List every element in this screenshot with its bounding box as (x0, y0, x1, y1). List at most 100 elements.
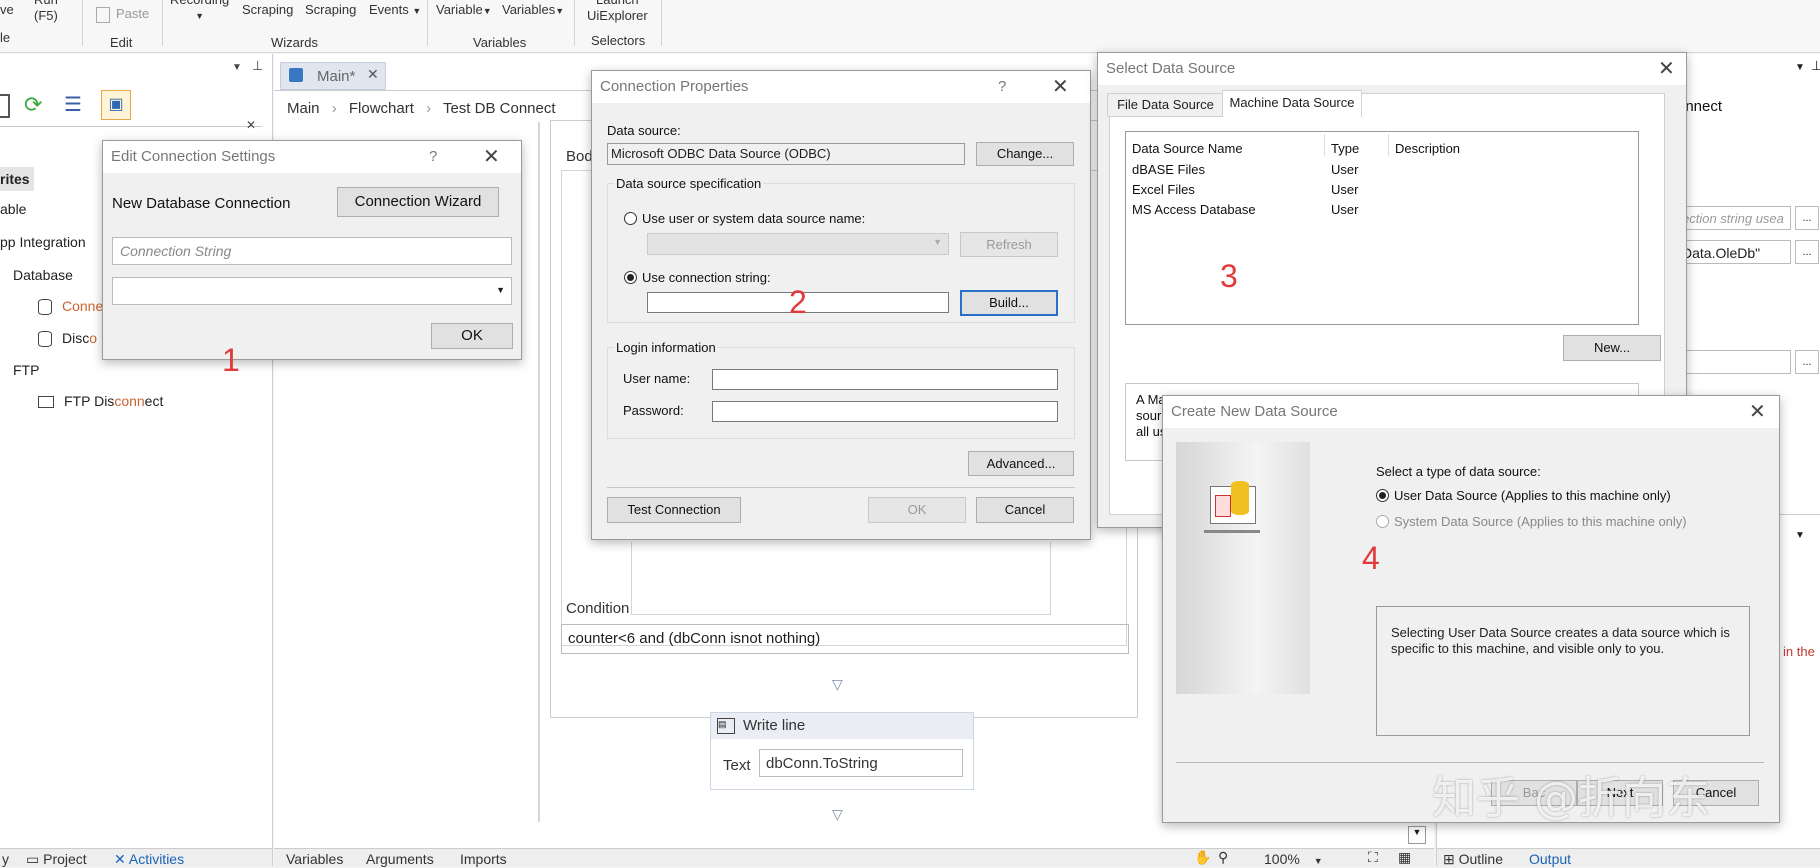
close-icon[interactable]: ✕ (1658, 53, 1675, 85)
tab-outline[interactable]: ⊞ Outline (1443, 851, 1503, 868)
col-type-header[interactable]: Type (1331, 141, 1359, 156)
close-icon[interactable]: ✕ (246, 118, 256, 132)
data-scraping-button[interactable]: Scraping (305, 2, 356, 18)
tab-imports[interactable]: Imports (460, 851, 507, 867)
breadcrumb-flowchart[interactable]: Flowchart (349, 100, 414, 117)
tab-fragment[interactable]: y (2, 851, 9, 867)
help-icon[interactable]: ? (429, 141, 437, 173)
chevron-down-icon[interactable]: ▼ (1795, 62, 1805, 73)
chevron-down-icon[interactable]: ▼ (1795, 530, 1805, 541)
property-input[interactable] (1677, 350, 1791, 374)
use-dsn-radio[interactable] (624, 212, 637, 225)
tree-ftp[interactable]: FTP (13, 362, 39, 378)
writeline-icon: ▤ (717, 718, 735, 734)
tab-activities[interactable]: ✕ Activities (114, 851, 184, 868)
tab-variables[interactable]: Variables (286, 851, 343, 867)
tree-available[interactable]: able (0, 201, 26, 217)
change-button[interactable]: Change... (976, 142, 1074, 166)
screen-scraping-label: Scraping (242, 2, 294, 17)
zoom-select[interactable]: 100% ▼ (1264, 851, 1323, 867)
cancel-button[interactable]: Cancel (976, 497, 1074, 523)
refresh-button: Refresh (960, 232, 1058, 257)
output-error-text: in the (1783, 644, 1815, 659)
tree-item-ftp-disconnect[interactable]: FTP Disconnect (38, 393, 163, 409)
tree-item-connect[interactable]: Conne (38, 298, 103, 316)
ftp-disconnect-label-b: conn (114, 393, 145, 409)
use-connstring-radio[interactable] (624, 271, 637, 284)
connection-wizard-button[interactable]: Connection Wizard (337, 187, 499, 217)
close-icon[interactable]: ✕ (367, 66, 379, 83)
test-connection-button[interactable]: Test Connection (607, 497, 741, 523)
provider-ellipsis[interactable]: ... (1795, 240, 1819, 264)
property-ellipsis[interactable]: ... (1795, 350, 1819, 374)
overview-icon[interactable]: ▦ (1398, 849, 1411, 866)
connection-string-input[interactable]: Connection String (112, 237, 512, 265)
run-button[interactable]: Run (F5) (34, 0, 58, 24)
chevron-down-icon[interactable]: ▼ (232, 62, 242, 73)
user-events-button[interactable]: Events ▼ (369, 2, 421, 19)
tab-file-data-source[interactable]: File Data Source (1107, 93, 1224, 117)
build-button[interactable]: Build... (960, 290, 1058, 316)
create-variable-button[interactable]: Variable▼ (436, 2, 492, 19)
list-icon[interactable]: ☰ (64, 92, 82, 117)
tab-arguments[interactable]: Arguments (366, 851, 434, 867)
help-icon[interactable]: ? (998, 71, 1006, 103)
advanced-button[interactable]: Advanced... (968, 451, 1074, 476)
connection-properties-dialog: Connection Properties ? ✕ Data source: M… (591, 70, 1091, 540)
col-desc-header[interactable]: Description (1395, 141, 1460, 156)
doc-tab-main[interactable]: Main* ✕ (280, 62, 386, 90)
user-data-source-radio[interactable] (1376, 489, 1389, 502)
col-name-header[interactable]: Data Source Name (1132, 141, 1243, 156)
writeline-activity[interactable]: ▤ Write line Text dbConn.ToString (710, 712, 974, 790)
table-row[interactable]: dBASE Files User (1126, 162, 1426, 182)
tab-project[interactable]: ▭ Project (26, 851, 87, 868)
dialog-divider (607, 487, 1075, 488)
scroll-down-icon[interactable]: ▼ (1408, 826, 1426, 844)
tree-item-disconnect[interactable]: Disco (38, 330, 97, 348)
manage-variables-button[interactable]: Variables▼ (502, 2, 564, 19)
recording-button[interactable]: Recording ▼ (170, 0, 229, 24)
pin-icon[interactable]: ⊥ (1811, 58, 1820, 74)
fit-screen-icon[interactable]: ⛶ (1368, 849, 1378, 866)
breadcrumb-current[interactable]: Test DB Connect (443, 100, 556, 117)
data-source-list[interactable]: Data Source Name Type Description dBASE … (1125, 131, 1639, 325)
password-input[interactable] (712, 401, 1058, 422)
breadcrumb-main[interactable]: Main (287, 100, 320, 117)
close-icon[interactable]: ✕ (1052, 71, 1069, 103)
tab-output[interactable]: Output (1529, 851, 1571, 867)
provider-input[interactable]: Data.OleDb" (1677, 240, 1791, 264)
data-source-field: Microsoft ODBC Data Source (ODBC) (607, 143, 965, 165)
row-type: User (1331, 162, 1359, 177)
new-button[interactable]: New... (1563, 335, 1661, 361)
provider-select[interactable]: ▼ (112, 277, 512, 305)
text-input[interactable]: dbConn.ToString (759, 749, 963, 777)
ok-button[interactable]: OK (431, 323, 513, 349)
inner-activity[interactable] (631, 542, 1051, 615)
tree-database[interactable]: Database (13, 267, 73, 283)
username-input[interactable] (712, 369, 1058, 390)
close-icon[interactable]: ✕ (483, 141, 500, 173)
tree-app-integration[interactable]: pp Integration (0, 234, 86, 250)
create-data-source-dialog: Create New Data Source ✕ Select a type o… (1162, 395, 1780, 823)
panel-tool-icon[interactable] (0, 94, 10, 118)
search-divider (0, 126, 262, 127)
launch-uiexplorer-button[interactable]: Launch UiExplorer (587, 0, 648, 24)
pin-icon[interactable]: ⊥ (252, 58, 263, 74)
hand-icon[interactable]: ✋ (1194, 849, 1211, 866)
zoom-icon[interactable]: ⚲ (1218, 849, 1228, 866)
variables-group-label: Variables (473, 35, 527, 50)
tree-favorites[interactable]: rites (0, 167, 34, 191)
close-icon[interactable]: ✕ (1749, 396, 1766, 428)
table-row[interactable]: MS Access Database User (1126, 202, 1426, 222)
paste-button[interactable]: Paste (96, 6, 149, 23)
connection-string-input[interactable]: ection string usea (1677, 206, 1791, 230)
screen-scraping-button[interactable]: Scraping (242, 2, 293, 18)
table-row[interactable]: Excel Files User (1126, 182, 1426, 202)
tab-machine-data-source[interactable]: Machine Data Source (1222, 90, 1362, 117)
connection-string-ellipsis[interactable]: ... (1795, 206, 1819, 230)
desc-line-2: sour (1136, 408, 1162, 423)
run-label: Run (34, 0, 58, 8)
refresh-icon[interactable]: ⟳ (24, 92, 42, 118)
condition-input[interactable]: counter<6 and (dbConn isnot nothing) (561, 624, 1129, 654)
package-icon[interactable]: ▣ (101, 90, 131, 120)
